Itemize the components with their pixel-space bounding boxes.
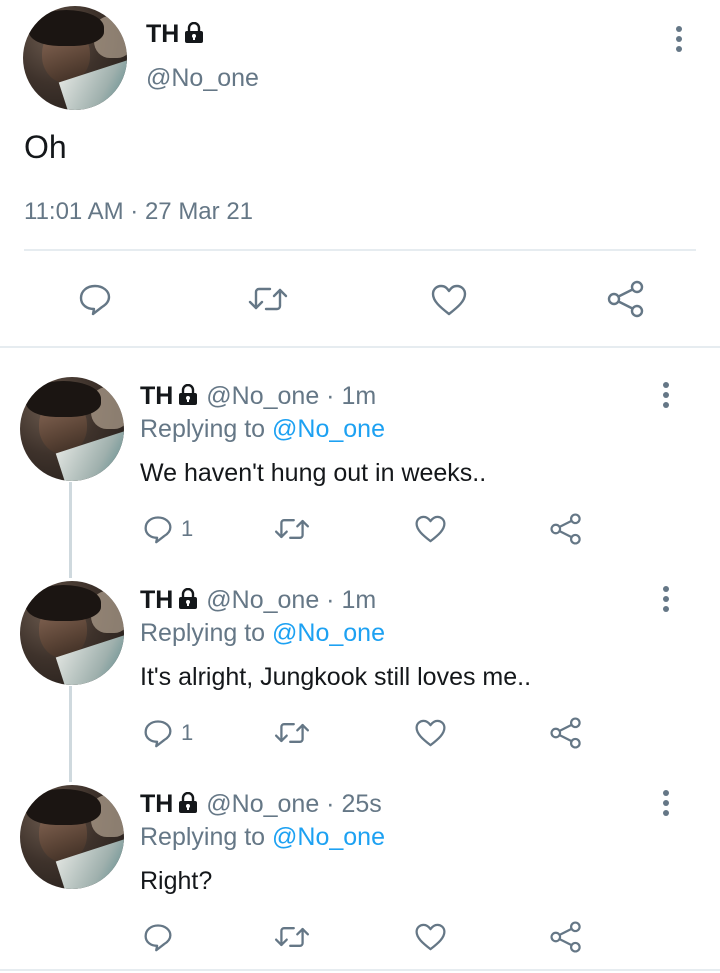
reply-icon[interactable]	[143, 514, 173, 544]
main-tweet-handle[interactable]: @No_one	[146, 64, 259, 93]
handle-time: @No_one · 1m	[206, 382, 377, 410]
avatar[interactable]	[23, 6, 127, 110]
mention-link[interactable]: @No_one	[272, 823, 385, 851]
reply-icon[interactable]	[78, 282, 112, 316]
avatar[interactable]	[20, 377, 124, 481]
reply-icon[interactable]	[143, 922, 173, 952]
replying-to: Replying to @No_one	[140, 415, 385, 444]
reply-count: 1	[181, 720, 194, 745]
retweet-icon[interactable]	[248, 282, 288, 316]
reply-header[interactable]: TH @No_one · 25s	[140, 790, 382, 821]
thread-line	[69, 482, 72, 578]
divider	[0, 346, 720, 348]
retweet-icon[interactable]	[274, 718, 310, 748]
main-tweet-timestamp[interactable]: 11:01 AM · 27 Mar 21	[24, 198, 253, 226]
display-name: TH	[140, 586, 174, 614]
reply-text: Right?	[140, 867, 213, 895]
like-icon[interactable]	[414, 514, 447, 544]
more-icon[interactable]	[675, 26, 683, 56]
like-icon[interactable]	[414, 922, 447, 952]
like-icon[interactable]	[430, 283, 468, 317]
share-icon[interactable]	[549, 920, 583, 954]
replying-to: Replying to @No_one	[140, 619, 385, 648]
lock-icon	[183, 21, 205, 51]
lock-icon	[177, 791, 199, 821]
share-icon[interactable]	[549, 512, 583, 546]
retweet-icon[interactable]	[274, 922, 310, 952]
retweet-icon[interactable]	[274, 514, 310, 544]
replying-label: Replying to	[140, 415, 266, 443]
thread-line	[69, 686, 72, 782]
replying-label: Replying to	[140, 823, 266, 851]
handle-time: @No_one · 25s	[206, 790, 382, 818]
like-icon[interactable]	[414, 718, 447, 748]
replying-label: Replying to	[140, 619, 266, 647]
share-icon[interactable]	[606, 280, 646, 318]
reply-count: 1	[181, 516, 194, 541]
divider	[24, 249, 696, 251]
lock-icon	[177, 587, 199, 617]
share-icon[interactable]	[549, 716, 583, 750]
mention-link[interactable]: @No_one	[272, 415, 385, 443]
display-name: TH	[146, 20, 180, 48]
divider	[0, 969, 720, 971]
avatar[interactable]	[20, 581, 124, 685]
main-tweet-text: Oh	[24, 129, 67, 165]
avatar[interactable]	[20, 785, 124, 889]
reply-text: It's alright, Jungkook still loves me..	[140, 663, 532, 691]
more-icon[interactable]	[662, 382, 670, 412]
mention-link[interactable]: @No_one	[272, 619, 385, 647]
more-icon[interactable]	[662, 586, 670, 616]
display-name: TH	[140, 790, 174, 818]
lock-icon	[177, 383, 199, 413]
replying-to: Replying to @No_one	[140, 823, 385, 852]
handle-time: @No_one · 1m	[206, 586, 377, 614]
more-icon[interactable]	[662, 790, 670, 820]
display-name: TH	[140, 382, 174, 410]
main-tweet-name[interactable]: TH	[146, 20, 205, 51]
reply-icon[interactable]	[143, 718, 173, 748]
reply-text: We haven't hung out in weeks..	[140, 459, 487, 487]
reply-header[interactable]: TH @No_one · 1m	[140, 382, 376, 413]
reply-header[interactable]: TH @No_one · 1m	[140, 586, 376, 617]
